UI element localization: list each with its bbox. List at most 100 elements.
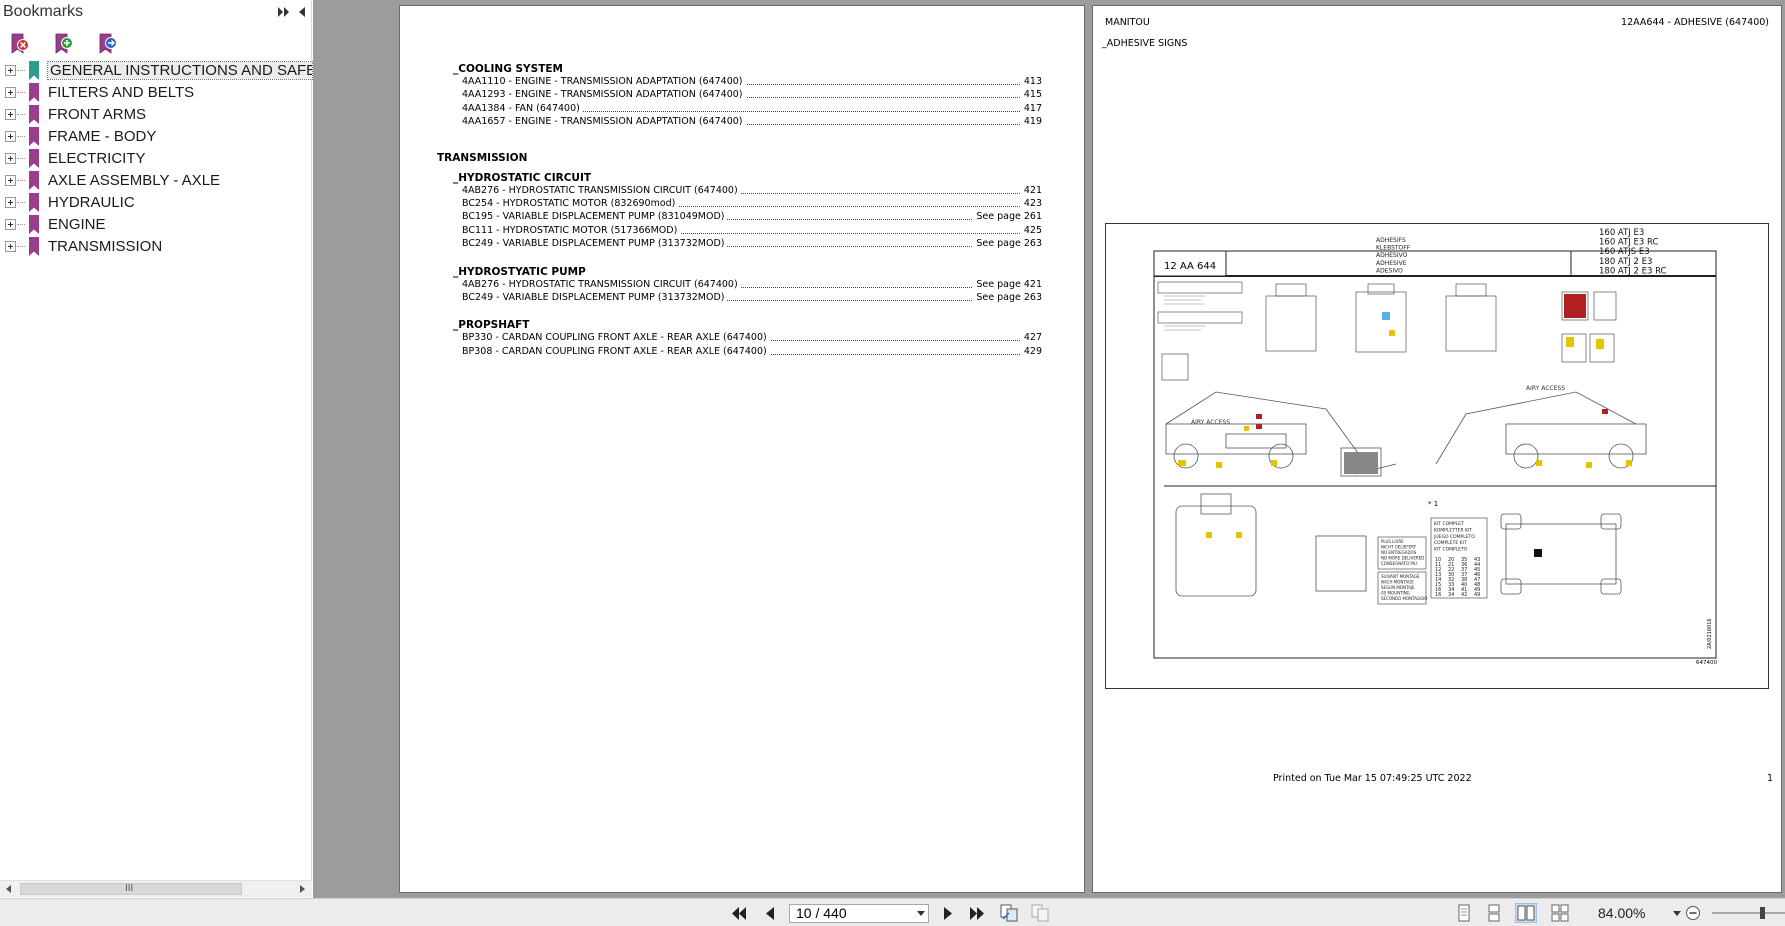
- bookmark-icon: [29, 83, 39, 102]
- toc-entry-link[interactable]: BC249 - VARIABLE DISPLACEMENT PUMP (3137…: [462, 292, 1042, 304]
- toc-entry-link[interactable]: 4AB276 - HYDROSTATIC TRANSMISSION CIRCUI…: [462, 184, 1042, 197]
- kit-line: KOMPLETTER KIT: [1434, 527, 1472, 533]
- bookmark-label: AXLE ASSEMBLY - AXLE: [48, 172, 221, 189]
- kit-number: 16: [1435, 592, 1441, 598]
- zoom-slider-thumb[interactable]: [1760, 907, 1765, 919]
- bookmark-item[interactable]: FRAME - BODY: [0, 126, 312, 148]
- next-page-icon[interactable]: [939, 905, 957, 922]
- bookmark-item[interactable]: FRONT ARMS: [0, 104, 312, 126]
- scrollbar-grip: III: [125, 883, 134, 894]
- toc-entry-link[interactable]: BP330 - CARDAN COUPLING FRONT AXLE - REA…: [462, 332, 1042, 344]
- expand-plus-icon[interactable]: [5, 153, 16, 164]
- tree-connector: [17, 70, 25, 71]
- toc-entry-title: 4AA1657 - ENGINE - TRANSMISSION ADAPTATI…: [462, 116, 746, 128]
- bookmark-item[interactable]: AXLE ASSEMBLY - AXLE: [0, 170, 312, 192]
- toc-entry-page: 421: [1020, 184, 1042, 196]
- expand-all-icon[interactable]: [277, 5, 291, 19]
- expand-plus-icon[interactable]: [5, 87, 16, 98]
- add-child-bookmark-icon[interactable]: [96, 32, 120, 56]
- bookmark-item[interactable]: ENGINE: [0, 214, 312, 236]
- toc-chapter-title: TRANSMISSION: [437, 151, 528, 164]
- delete-bookmark-icon[interactable]: [8, 32, 32, 56]
- expand-plus-icon[interactable]: [5, 175, 16, 186]
- scrollbar-thumb[interactable]: III: [20, 883, 242, 895]
- zoom-dropdown-icon[interactable]: [1673, 911, 1681, 916]
- expand-plus-icon[interactable]: [5, 241, 16, 252]
- collapse-panel-icon[interactable]: [296, 5, 308, 19]
- toc-entry-page: 417: [1020, 102, 1042, 114]
- previous-view-icon[interactable]: [999, 903, 1019, 923]
- expand-plus-icon[interactable]: [5, 65, 16, 76]
- bookmark-icon: [29, 237, 39, 256]
- toc-entry-link[interactable]: 4AA1384 - FAN (647400) 417: [462, 102, 1042, 115]
- toc-entry-link[interactable]: 4AA1657 - ENGINE - TRANSMISSION ADAPTATI…: [462, 116, 1042, 128]
- kit-number: 49: [1474, 592, 1480, 598]
- last-page-icon[interactable]: [968, 905, 986, 922]
- bookmark-item[interactable]: TRANSMISSION: [0, 236, 312, 258]
- first-page-icon[interactable]: [730, 905, 748, 922]
- continuous-facing-view-icon[interactable]: [1550, 904, 1570, 922]
- next-view-icon[interactable]: [1030, 903, 1050, 923]
- page-reference: 12AA644 - ADHESIVE (647400): [1621, 17, 1769, 28]
- document-view[interactable]: _COOLING SYSTEM 4AA1110 - ENGINE - TRANSM…: [313, 0, 1785, 898]
- facing-view-icon[interactable]: [1515, 903, 1537, 923]
- zoom-out-icon[interactable]: [1685, 905, 1701, 921]
- bookmark-item[interactable]: HYDRAULIC: [0, 192, 312, 214]
- scroll-right-icon[interactable]: [297, 884, 307, 894]
- add-bookmark-icon[interactable]: [52, 32, 76, 56]
- toc-entry-link[interactable]: BC254 - HYDROSTATIC MOTOR (832690mod) 423: [462, 198, 1042, 210]
- bookmark-icon: [29, 193, 39, 212]
- page-adhesive: MANITOU 12AA644 - ADHESIVE (647400) _ADH…: [1092, 5, 1782, 893]
- toc-entry-link[interactable]: 4AB276 - HYDROSTATIC TRANSMISSION CIRCUI…: [462, 278, 1042, 291]
- page-toc: _COOLING SYSTEM 4AA1110 - ENGINE - TRANSM…: [399, 5, 1085, 893]
- previous-page-icon[interactable]: [761, 905, 779, 922]
- toc-entry-link[interactable]: BC111 - HYDROSTATIC MOTOR (517366MOD) 425: [462, 224, 1042, 237]
- bookmark-label: HYDRAULIC: [48, 194, 135, 211]
- single-page-view-icon[interactable]: [1455, 904, 1473, 922]
- toc-entry-link[interactable]: BP308 - CARDAN COUPLING FRONT AXLE - REA…: [462, 345, 1042, 358]
- zoom-level[interactable]: 84.00%: [1598, 905, 1645, 921]
- zoom-slider[interactable]: [1710, 905, 1785, 921]
- tree-connector: [17, 92, 25, 93]
- kit-line: KIT COMPLETO: [1434, 547, 1468, 553]
- scroll-left-icon[interactable]: [4, 884, 14, 894]
- legend-line: SEGUN MONTAJE: [1381, 585, 1415, 590]
- toc-entry-link[interactable]: BC195 - VARIABLE DISPLACEMENT PUMP (8310…: [462, 211, 1042, 223]
- expand-plus-icon[interactable]: [5, 219, 16, 230]
- toc-entry-page: 419: [1020, 116, 1042, 128]
- toc-entry-link[interactable]: 4AA1110 - ENGINE - TRANSMISSION ADAPTATI…: [462, 76, 1042, 88]
- bookmark-icon: [29, 215, 39, 234]
- toc-section-heading: _PROPSHAFT: [453, 319, 530, 332]
- figure-languages: ADHESIFSKLEBSTOFFADHESIVOADHESIVEADESIVO: [1376, 237, 1411, 274]
- legend-line: NO MORE DELIVERED: [1381, 556, 1424, 561]
- bookmark-item[interactable]: GENERAL INSTRUCTIONS AND SAFETY: [0, 60, 313, 82]
- bookmark-icon: [29, 149, 39, 168]
- toc-entry-link[interactable]: BC249 - VARIABLE DISPLACEMENT PUMP (3137…: [462, 238, 1042, 250]
- toc-entry-link[interactable]: 4AA1293 - ENGINE - TRANSMISSION ADAPTATI…: [462, 89, 1042, 101]
- legend-line: SECONDO MONTAGGIO: [1381, 596, 1427, 601]
- bookmarks-title: Bookmarks: [3, 3, 84, 20]
- bookmark-icon: [29, 61, 39, 80]
- expand-plus-icon[interactable]: [5, 197, 16, 208]
- kit-line: KIT COMPLET: [1434, 521, 1464, 527]
- continuous-view-icon[interactable]: [1485, 904, 1503, 922]
- toc-section-heading: _COOLING SYSTEM: [453, 63, 563, 75]
- tree-connector: [17, 180, 25, 181]
- bookmark-item[interactable]: ELECTRICITY: [0, 148, 312, 170]
- expand-plus-icon[interactable]: [5, 131, 16, 142]
- legend-line: NO ENTREGADOS: [1381, 550, 1417, 555]
- machine-brand-left: AIRY ACCESS: [1191, 419, 1230, 426]
- bookmark-item[interactable]: FILTERS AND BELTS: [0, 82, 312, 104]
- bookmark-label: FILTERS AND BELTS: [48, 84, 195, 101]
- page-number-input[interactable]: 10 / 440: [789, 904, 929, 923]
- page-dropdown-icon[interactable]: [917, 911, 925, 916]
- expand-plus-icon[interactable]: [5, 109, 16, 120]
- tree-connector: [17, 136, 25, 137]
- bookmarks-horizontal-scrollbar[interactable]: III: [0, 880, 312, 897]
- figure-model-label: 160 ATJ E3 RC: [1599, 238, 1658, 248]
- figure-model-label: 160 ATJ E3: [1599, 228, 1644, 238]
- kit-numbers-table: 10 20 35 4311 21 36 4412 22 37 4513 30 37 4614 32 38 47…: [1435, 557, 1480, 598]
- kit-line: COMPLETE KIT: [1434, 540, 1467, 546]
- navigation-toolbar: 10 / 440 84.00%: [0, 898, 1785, 926]
- figure-model-label: 160 ATJS E3: [1599, 247, 1650, 257]
